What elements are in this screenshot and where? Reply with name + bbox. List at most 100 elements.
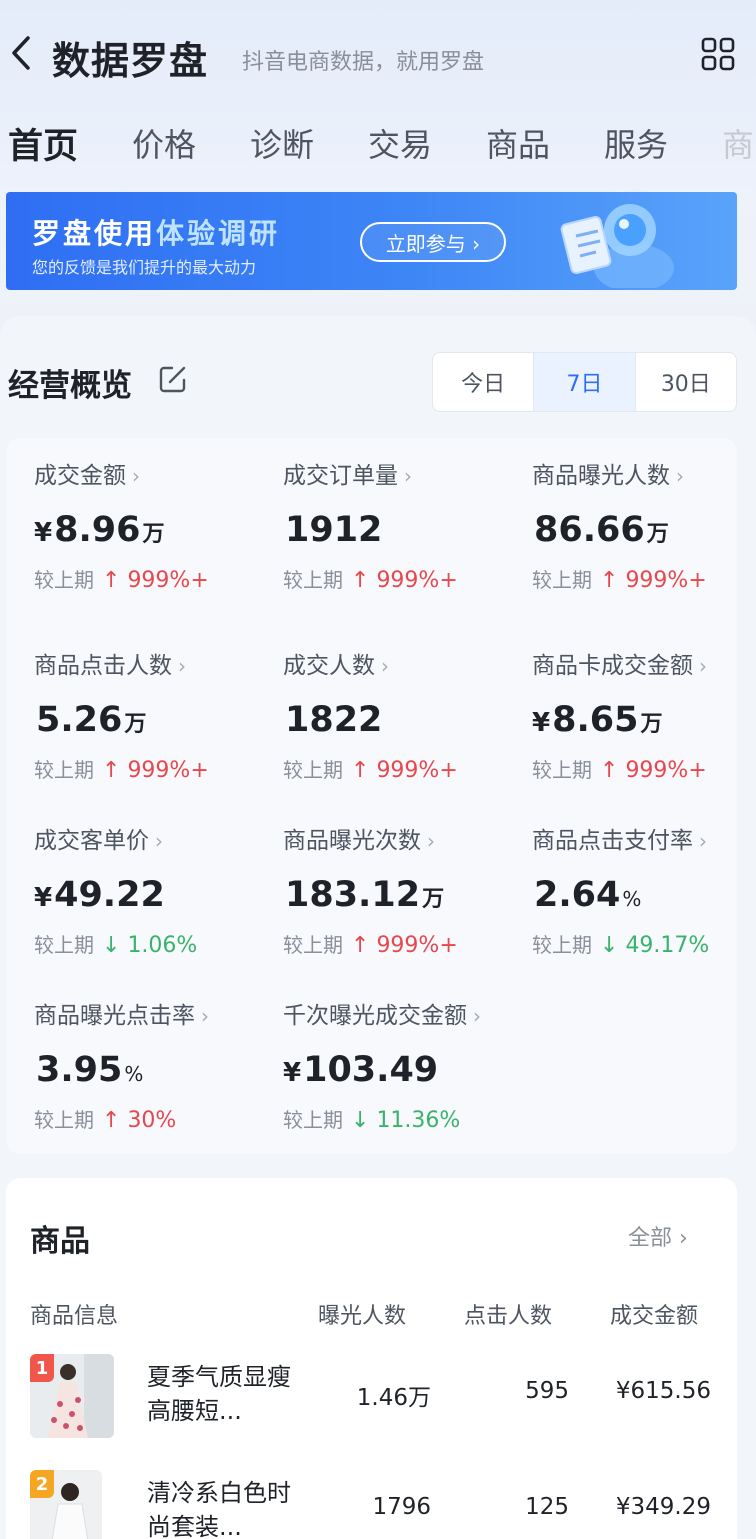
app-header: 数据罗盘 抖音电商数据，就用罗盘: [0, 20, 756, 86]
metric-label-text: 成交人数: [283, 653, 375, 679]
metric-currency: ¥: [34, 518, 53, 548]
tab-diagnosis[interactable]: 诊断: [250, 120, 314, 166]
metric-label: 商品曝光点击率 ›: [34, 996, 274, 1030]
delta-value: ↑ 999%+: [351, 933, 458, 958]
delta-value: ↓ 49.17%: [600, 933, 709, 958]
metric-number: 8.96: [54, 510, 141, 550]
metric-card[interactable]: 成交客单价 › ¥49.22 较上期 ↓ 1.06%: [34, 821, 274, 958]
delta-text: 49.17%: [625, 933, 710, 958]
metric-label: 商品曝光次数 ›: [283, 821, 523, 855]
survey-illustration: [560, 204, 674, 288]
metric-card[interactable]: 千次曝光成交金额 › ¥103.49 较上期 ↓ 11.36%: [283, 996, 523, 1133]
metric-value: 1822: [283, 700, 523, 740]
delta-value: ↑ 999%+: [600, 758, 707, 783]
col-amount: 成交金额: [610, 1304, 699, 1329]
table-row[interactable]: 2 清冷系白色时尚套装... 1796 125 ¥349.29: [6, 1470, 737, 1539]
delta-value: ↑ 999%+: [351, 758, 458, 783]
metric-unit: 万: [422, 887, 445, 912]
metric-unit: 万: [142, 522, 165, 547]
metric-card[interactable]: 商品曝光点击率 › 3.95% 较上期 ↑ 30%: [34, 996, 274, 1133]
metric-card[interactable]: 商品点击支付率 › 2.64% 较上期 ↓ 49.17%: [532, 821, 756, 958]
metric-number: 183.12: [285, 875, 421, 915]
metric-unit: %: [622, 887, 642, 911]
chevron-right-icon: ›: [201, 1004, 209, 1028]
compare-label: 较上期: [283, 1108, 343, 1132]
chevron-right-icon: ›: [427, 829, 435, 853]
metric-currency: ¥: [34, 883, 53, 913]
metric-currency: ¥: [283, 1058, 302, 1088]
metric-card[interactable]: 商品曝光人数 › 86.66万 较上期 ↑ 999%+: [532, 456, 756, 593]
period-today[interactable]: 今日: [433, 353, 535, 411]
period-selector: 今日 7日 30日: [432, 352, 737, 412]
compare-label: 较上期: [532, 933, 592, 957]
join-survey-button[interactable]: 立即参与 ›: [360, 222, 506, 262]
metric-label-text: 成交金额: [34, 463, 126, 489]
clicks-value: 125: [525, 1494, 569, 1520]
delta-text: 999%+: [376, 933, 458, 958]
metric-card[interactable]: 商品点击人数 › 5.26万 较上期 ↑ 999%+: [34, 646, 274, 783]
back-icon[interactable]: [6, 34, 36, 72]
metric-card[interactable]: 商品曝光次数 › 183.12万 较上期 ↑ 999%+: [283, 821, 523, 958]
metric-card[interactable]: 成交人数 › 1822 较上期 ↑ 999%+: [283, 646, 523, 783]
metric-number: 8.65: [552, 700, 639, 740]
period-7d[interactable]: 7日: [534, 353, 636, 411]
tab-home[interactable]: 首页: [8, 118, 78, 169]
metric-card[interactable]: 成交金额 › ¥8.96万较上期 ↑ 999%+: [34, 456, 274, 593]
delta-value: ↑ 999%+: [102, 758, 209, 783]
banner-title-main: 罗盘使用: [32, 217, 157, 250]
metric-card[interactable]: 成交订单量 › 1912 较上期 ↑ 999%+: [283, 456, 523, 593]
metric-label-text: 成交客单价: [34, 828, 149, 854]
col-exposure: 曝光人数: [318, 1304, 407, 1329]
metric-label: 成交人数 ›: [283, 646, 523, 680]
metric-label-text: 商品点击人数: [34, 653, 172, 679]
metric-compare: 较上期 ↑ 999%+: [283, 754, 523, 783]
metric-compare: 较上期 ↓ 1.06%: [34, 929, 274, 958]
metric-label: 商品点击人数 ›: [34, 646, 274, 680]
tab-service[interactable]: 服务: [604, 120, 668, 166]
metric-label: 商品卡成交金额 ›: [532, 646, 756, 680]
trend-arrow-icon: ↑: [102, 758, 121, 783]
tab-goods[interactable]: 商品: [486, 120, 550, 166]
metric-label-text: 商品曝光人数: [532, 463, 670, 489]
metric-label: 成交金额 ›: [34, 456, 274, 490]
col-clicks: 点击人数: [464, 1304, 553, 1329]
table-row[interactable]: 1 夏季气质显瘦高腰短... 1.46万 595 ¥615.56: [6, 1354, 737, 1454]
chevron-right-icon: ›: [381, 654, 389, 678]
edit-icon[interactable]: [158, 364, 188, 394]
delta-text: 999%+: [625, 568, 707, 593]
exposure-value: 1796: [372, 1494, 431, 1520]
survey-banner[interactable]: 罗盘使用体验调研 您的反馈是我们提升的最大动力 立即参与 ›: [6, 192, 737, 290]
metric-number: 3.95: [36, 1050, 123, 1090]
goods-all-link[interactable]: 全部 ›: [628, 1220, 688, 1252]
trend-arrow-icon: ↓: [102, 933, 121, 958]
metric-label: 成交客单价 ›: [34, 821, 274, 855]
period-30d[interactable]: 30日: [636, 353, 736, 411]
metric-unit: %: [124, 1062, 144, 1086]
banner-title: 罗盘使用体验调研: [32, 212, 280, 252]
exposure-value: 1.46万: [356, 1385, 431, 1411]
compare-label: 较上期: [34, 568, 94, 592]
metric-card[interactable]: 商品卡成交金额 › ¥8.65万较上期 ↑ 999%+: [532, 646, 756, 783]
metric-number: 1822: [285, 700, 383, 740]
metrics-grid: 成交金额 › ¥8.96万 较上期 ↑ 999%+ 成交订单量 › 1912 较上期 ↑ 999%…: [6, 438, 737, 1154]
metric-value: 183.12万: [283, 875, 523, 915]
metric-value: ¥8.65万: [532, 700, 756, 740]
metric-compare: 较上期 ↑ 999%+: [34, 564, 274, 593]
metric-compare: 较上期 ↓ 11.36%: [283, 1104, 523, 1133]
delta-value: ↓ 1.06%: [102, 933, 197, 958]
compare-label: 较上期: [34, 933, 94, 957]
metric-compare: 较上期 ↑ 999%+: [532, 754, 756, 783]
grid-icon[interactable]: [700, 36, 736, 72]
chevron-right-icon: ›: [699, 829, 707, 853]
metric-label-text: 千次曝光成交金额: [283, 1003, 467, 1029]
tab-price[interactable]: 价格: [132, 120, 196, 166]
product-name: 清冷系白色时尚套装...: [147, 1479, 291, 1539]
metric-value: ¥49.22: [34, 875, 274, 915]
compare-label: 较上期: [283, 568, 343, 592]
trend-arrow-icon: ↑: [351, 568, 370, 593]
metric-label: 商品曝光人数 ›: [532, 456, 756, 490]
banner-subtitle: 您的反馈是我们提升的最大动力: [32, 258, 257, 277]
tab-more[interactable]: 商: [722, 120, 754, 166]
tab-trade[interactable]: 交易: [368, 120, 432, 166]
chevron-right-icon: ›: [132, 464, 140, 488]
